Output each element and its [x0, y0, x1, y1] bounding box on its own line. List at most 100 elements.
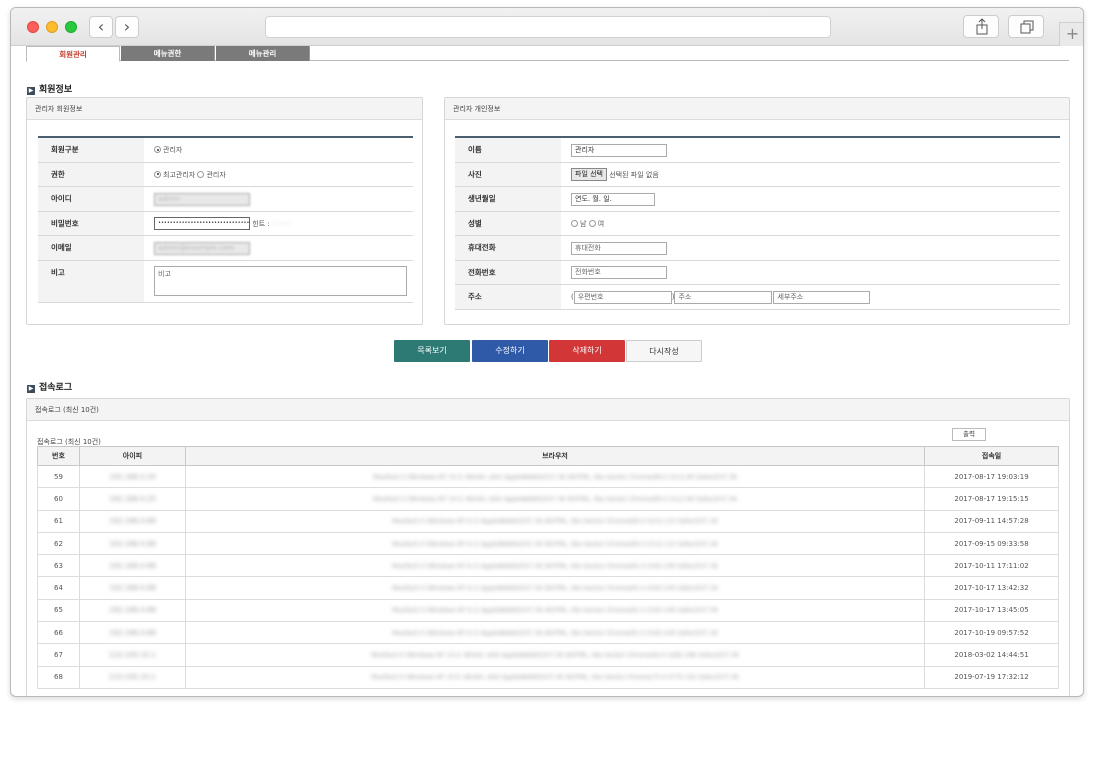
phone-input[interactable]: 전화번호	[571, 266, 667, 279]
log-ip-cell: 210.100.10.1	[78, 665, 186, 689]
col-browser: 브라우저	[184, 446, 926, 466]
log-date-cell: 2017-08-17 19:15:15	[924, 487, 1059, 511]
name-input[interactable]: 관리자	[571, 143, 667, 157]
name-value: 관리자	[571, 138, 667, 162]
id-row: 아이디 admin	[38, 187, 413, 212]
new-tab-button[interactable]: +	[1059, 22, 1083, 46]
file-select-button[interactable]: 파일 선택	[571, 168, 607, 181]
col-date: 접속일	[924, 446, 1059, 466]
arrow-square-icon: ▶	[27, 385, 35, 393]
table-row: 59 192.168.0.20 Mozilla/5.0 (Windows NT 10…	[37, 464, 1059, 489]
mobile-label: 휴대전화	[455, 236, 561, 260]
log-table: 번호 아이피 브라우저 접속일 59 192.168.0.20 Mozilla/5.…	[37, 446, 1059, 689]
reset-button[interactable]: 다시작성	[626, 340, 702, 362]
email-row: 이메일 admin@example.com	[38, 236, 413, 261]
address-bar[interactable]	[265, 16, 831, 38]
plus-icon: +	[1065, 24, 1080, 43]
log-ip-cell-text: 210.100.10.1	[109, 651, 156, 660]
phone-label: 전화번호	[455, 260, 561, 284]
address-input[interactable]: 주소	[674, 290, 773, 304]
arrow-square-icon: ▶	[27, 87, 35, 95]
mobile-input[interactable]: 휴대전화	[571, 241, 667, 255]
log-number-cell-text: 64	[54, 584, 63, 593]
log-number-cell-text: 62	[54, 539, 63, 548]
log-number-cell-text: 66	[54, 628, 63, 637]
log-number-cell: 59	[37, 464, 80, 489]
log-ip-cell-text: 192.168.0.88	[109, 584, 156, 593]
tab-bar: 회원관리 메뉴권한 메뉴관리	[26, 46, 1069, 62]
member-type-value: 관리자	[154, 138, 182, 162]
birth-row: 생년월일 연도. 월. 일.	[455, 187, 1060, 212]
log-ip-cell: 192.168.0.20	[78, 464, 186, 489]
female-radio[interactable]	[588, 219, 596, 227]
address-value: (우편번호) 주소 세부주소	[571, 285, 871, 309]
log-date-cell: 2018-03-02 14:44:51	[924, 643, 1059, 667]
file-status: 선택된 파일 없음	[609, 170, 659, 179]
birth-date-input[interactable]: 연도. 월. 일.	[571, 192, 655, 206]
log-ip-cell-text: 192.168.0.88	[109, 539, 156, 548]
log-ip-cell: 192.168.0.88	[78, 509, 186, 533]
email-value: admin@example.com	[154, 236, 250, 260]
log-date-cell: 2017-09-15 09:33:58	[924, 531, 1059, 556]
log-section-title: ▶ 접속로그	[27, 380, 72, 393]
log-date-cell-text: 2017-10-17 13:45:05	[954, 606, 1029, 615]
tab-menu-permission[interactable]: 메뉴권한	[121, 46, 215, 61]
log-browser-cell-text: Mozilla/5.0 (Windows NT 6.1) AppleWebKit…	[392, 607, 718, 615]
log-browser-cell: Mozilla/5.0 (Windows NT 6.1) AppleWebKit…	[184, 509, 926, 533]
id-value: admin	[154, 187, 250, 211]
log-date-cell-text: 2017-10-17 13:42:32	[954, 584, 1029, 593]
share-button[interactable]	[963, 15, 999, 38]
personal-info-panel-title: 관리자 개인정보	[445, 98, 1069, 120]
log-ip-cell-text: 192.168.0.20	[109, 494, 156, 503]
id-input[interactable]: admin	[154, 192, 250, 206]
admin-radio[interactable]	[197, 170, 205, 178]
note-textarea[interactable]: 비고	[154, 265, 407, 296]
log-date-cell-text: 2017-08-17 19:03:19	[954, 472, 1029, 481]
delete-button[interactable]: 삭제하기	[549, 340, 625, 362]
log-browser-cell: Mozilla/5.0 (Windows NT 10.0; Win64; x64…	[184, 464, 926, 489]
note-row: 비고 비고	[38, 260, 413, 303]
personal-info-panel: 관리자 개인정보 이름 관리자 사진 파일 선택 선택된 파일 없음 생년월일 …	[444, 97, 1070, 325]
password-row: 비밀번호 •••••••••••••••••••••••••••••••••••…	[38, 211, 413, 236]
address-label: 주소	[455, 285, 561, 309]
zoom-window-button[interactable]	[65, 21, 77, 33]
member-type-radio[interactable]	[154, 146, 161, 153]
tab-member-management[interactable]: 회원관리	[26, 46, 120, 62]
log-browser-cell: Mozilla/5.0 (Windows NT 10.0; Win64; x64…	[184, 665, 926, 689]
mobile-value: 휴대전화	[571, 236, 667, 260]
back-button[interactable]: ‹	[89, 16, 113, 38]
email-input[interactable]: admin@example.com	[154, 241, 250, 255]
email-label: 이메일	[38, 236, 144, 260]
log-date-cell: 2017-09-11 14:57:28	[924, 509, 1059, 533]
address-detail-input[interactable]: 세부주소	[773, 290, 871, 304]
log-browser-cell-text: Mozilla/5.0 (Windows NT 10.0; Win64; x64…	[371, 652, 739, 660]
edit-button[interactable]: 수정하기	[472, 340, 548, 362]
close-window-button[interactable]	[27, 21, 39, 33]
table-row: 67 210.100.10.1 Mozilla/5.0 (Windows NT 10…	[37, 643, 1059, 667]
log-browser-cell-text: Mozilla/5.0 (Windows NT 6.1) AppleWebKit…	[392, 562, 718, 570]
print-button[interactable]: 출력	[952, 428, 986, 441]
phone-value: 전화번호	[571, 261, 667, 285]
male-radio[interactable]	[571, 219, 578, 227]
log-ip-cell: 192.168.0.20	[78, 487, 186, 511]
minimize-window-button[interactable]	[46, 21, 58, 33]
log-date-cell: 2017-08-17 19:03:19	[924, 464, 1059, 489]
tab-menu-management[interactable]: 메뉴관리	[216, 46, 310, 61]
chevron-left-icon: ‹	[97, 17, 105, 36]
log-date-cell-text: 2017-09-15 09:33:58	[954, 539, 1029, 548]
address-row: 주소 (우편번호) 주소 세부주소	[455, 285, 1060, 310]
log-number-cell-text: 67	[54, 651, 63, 660]
log-number-cell: 62	[37, 531, 80, 556]
show-tabs-button[interactable]	[1008, 15, 1044, 38]
log-number-cell-text: 68	[54, 673, 63, 682]
forward-button[interactable]: ›	[115, 16, 139, 38]
permission-value: 최고관리자 관리자	[154, 163, 226, 187]
id-label: 아이디	[38, 187, 144, 211]
super-admin-radio[interactable]	[154, 170, 161, 178]
zip-input[interactable]: 우편번호	[573, 290, 672, 304]
member-type-option: 관리자	[163, 146, 183, 154]
admin-info-panel-title: 관리자 회원정보	[27, 98, 422, 120]
list-button[interactable]: 목록보기	[394, 340, 470, 362]
password-input[interactable]: ••••••••••••••••••••••••••••••••••••••••	[154, 217, 250, 230]
table-row: 61 192.168.0.88 Mozilla/5.0 (Windows NT 6.…	[37, 509, 1059, 533]
